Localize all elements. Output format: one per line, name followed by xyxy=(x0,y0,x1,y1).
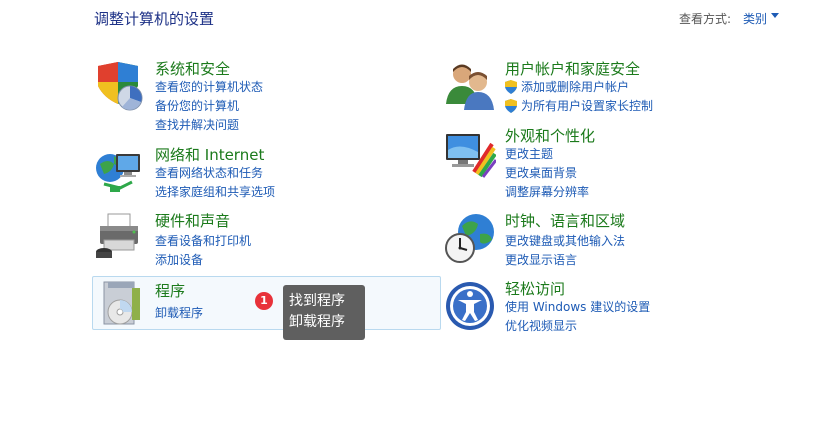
ease-of-access-title[interactable]: 轻松访问 xyxy=(505,280,565,298)
ease-of-access-icon[interactable] xyxy=(444,280,496,332)
page-title: 调整计算机的设置 xyxy=(94,10,215,28)
annotation-line: 卸载程序 xyxy=(289,314,345,330)
programs-title[interactable]: 程序 xyxy=(155,282,185,300)
user-accounts-title[interactable]: 用户帐户和家庭安全 xyxy=(505,60,640,78)
hardware-sound-title[interactable]: 硬件和声音 xyxy=(155,212,230,230)
change-background-link[interactable]: 更改桌面背景 xyxy=(505,166,577,181)
view-by-dropdown[interactable]: 类别 xyxy=(743,10,767,27)
clock-language-region-title[interactable]: 时钟、语言和区域 xyxy=(505,212,625,230)
view-computer-status-link[interactable]: 查看您的计算机状态 xyxy=(155,80,263,95)
printer-icon[interactable] xyxy=(94,212,146,264)
homegroup-sharing-link[interactable]: 选择家庭组和共享选项 xyxy=(155,185,275,200)
programs-icon[interactable] xyxy=(96,278,148,330)
view-network-status-link[interactable]: 查看网络状态和任务 xyxy=(155,166,263,181)
change-theme-link[interactable]: 更改主题 xyxy=(505,147,553,162)
system-security-title[interactable]: 系统和安全 xyxy=(155,60,230,78)
change-keyboard-link[interactable]: 更改键盘或其他输入法 xyxy=(505,234,625,249)
add-device-link[interactable]: 添加设备 xyxy=(155,253,203,268)
clock-globe-icon[interactable] xyxy=(444,212,496,264)
annotation-line: 找到程序 xyxy=(289,293,345,309)
network-globe-icon[interactable] xyxy=(94,146,146,198)
troubleshoot-link[interactable]: 查找并解决问题 xyxy=(155,118,239,133)
chevron-down-icon[interactable] xyxy=(771,13,779,18)
change-display-language-link[interactable]: 更改显示语言 xyxy=(505,253,577,268)
add-remove-user-link[interactable]: 添加或删除用户帐户 xyxy=(521,80,629,95)
optimize-display-link[interactable]: 优化视频显示 xyxy=(505,319,577,334)
uac-shield-icon xyxy=(505,80,517,94)
uac-shield-icon xyxy=(505,99,517,113)
appearance-monitor-icon[interactable] xyxy=(444,128,496,180)
adjust-resolution-link[interactable]: 调整屏幕分辨率 xyxy=(505,185,589,200)
user-accounts-icon[interactable] xyxy=(444,60,496,112)
uninstall-program-link[interactable]: 卸载程序 xyxy=(155,306,203,321)
view-by-label: 查看方式: xyxy=(679,12,732,26)
backup-computer-link[interactable]: 备份您的计算机 xyxy=(155,99,239,114)
network-internet-title[interactable]: 网络和 Internet xyxy=(155,146,264,164)
system-security-shield-icon[interactable] xyxy=(94,60,146,112)
appearance-title[interactable]: 外观和个性化 xyxy=(505,127,595,145)
step-number-badge: 1 xyxy=(255,292,273,310)
recommended-settings-link[interactable]: 使用 Windows 建议的设置 xyxy=(505,300,650,315)
view-devices-printers-link[interactable]: 查看设备和打印机 xyxy=(155,234,251,249)
parental-controls-link[interactable]: 为所有用户设置家长控制 xyxy=(521,99,653,114)
annotation-tooltip: 找到程序 卸载程序 xyxy=(283,285,365,340)
